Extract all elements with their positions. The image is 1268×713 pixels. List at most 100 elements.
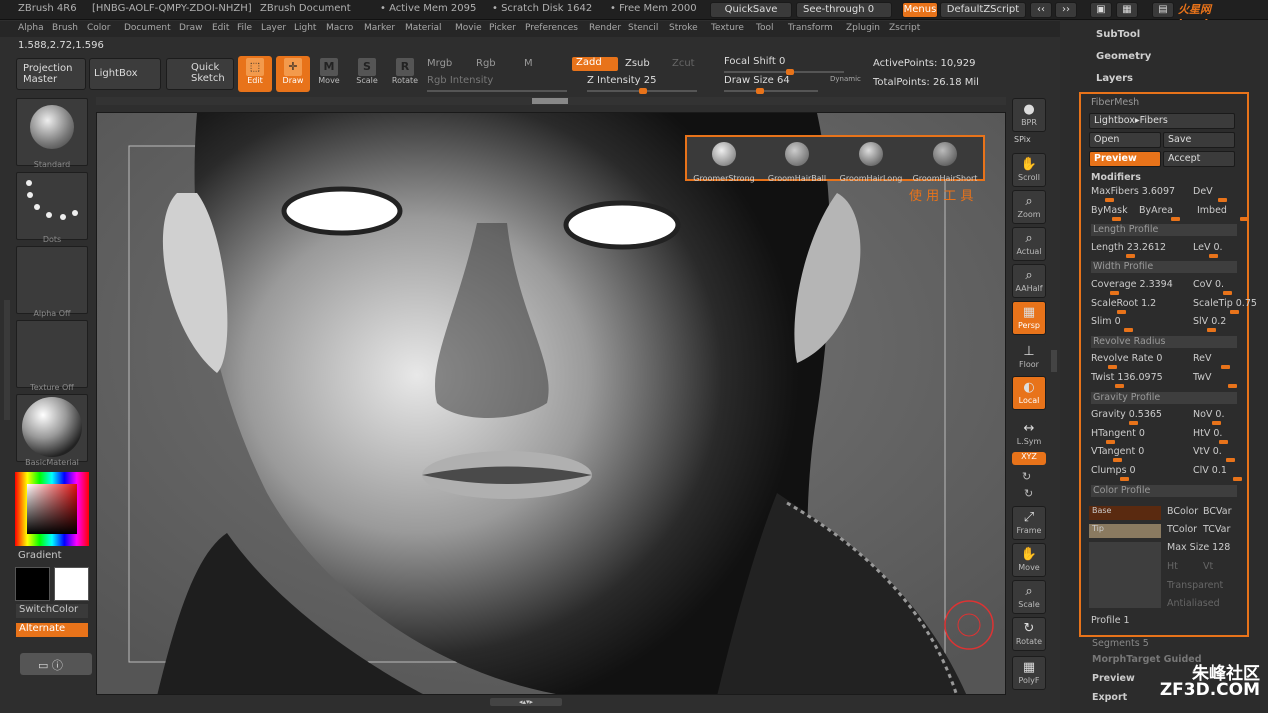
modifier-slider[interactable]: ByMask (1091, 205, 1128, 216)
texture-thumbnail[interactable] (16, 320, 88, 388)
bottom-tray-handle[interactable]: ◂▴▾▸ (490, 698, 562, 706)
polyf-button[interactable]: ▦ PolyF (1012, 656, 1046, 690)
menu-color[interactable]: Color (87, 23, 111, 33)
aahalf-button[interactable]: ⌕ AAHalf (1012, 264, 1046, 298)
z-intensity-slider[interactable]: Z Intensity 25 (587, 75, 697, 94)
menu-preferences[interactable]: Preferences (525, 23, 578, 33)
move-button[interactable]: M Move (312, 56, 346, 92)
profile-curve[interactable]: Gravity Profile (1091, 391, 1237, 404)
rotate-button[interactable]: R Rotate (388, 56, 422, 92)
draw-size-slider[interactable]: Draw Size 64 (724, 75, 818, 94)
alternate-button[interactable]: Alternate (16, 623, 88, 637)
see-through-slider[interactable]: See-through 0 (796, 2, 892, 18)
layers-section[interactable]: Layers (1096, 73, 1133, 84)
modifier-slider[interactable]: ScaleRoot 1.2 (1091, 298, 1156, 309)
slider-knob[interactable] (1212, 421, 1221, 426)
tcolor-button[interactable]: TColor (1167, 524, 1197, 535)
persp-button[interactable]: ▦ Persp (1012, 301, 1046, 335)
tip-color-swatch[interactable]: Tip (1089, 524, 1161, 538)
menu-transform[interactable]: Transform (788, 23, 833, 33)
rotate-axis-icon[interactable]: ↻ (1022, 470, 1031, 483)
move-view-button[interactable]: ✋ Move (1012, 543, 1046, 577)
modifier-slider[interactable]: ByArea (1139, 205, 1173, 216)
menu-picker[interactable]: Picker (489, 23, 516, 33)
lock-icon[interactable]: ▤ (1152, 2, 1174, 18)
modifier-slider[interactable]: ReV (1193, 353, 1212, 364)
segments-slider[interactable]: Segments 5 (1092, 638, 1149, 649)
window-icon[interactable]: ▣ (1090, 2, 1112, 18)
slider-knob[interactable] (1117, 309, 1126, 314)
fibermesh-title[interactable]: FiberMesh (1091, 97, 1139, 108)
modifier-slider[interactable]: Coverage 2.3394 (1091, 279, 1173, 290)
rgb-intensity-slider[interactable]: Rgb Intensity (427, 75, 567, 92)
modifier-slider[interactable]: NoV 0. (1193, 409, 1225, 420)
menu-tool[interactable]: Tool (756, 23, 773, 33)
local-button[interactable]: ◐ Local (1012, 376, 1046, 410)
texture-preview[interactable] (1089, 542, 1161, 608)
slider-knob[interactable] (1115, 384, 1124, 388)
rotate-axis-icon[interactable]: ↻ (1024, 487, 1033, 500)
bcvar-slider[interactable]: BCVar (1203, 506, 1231, 517)
slider-knob[interactable] (1110, 291, 1119, 295)
scale-button[interactable]: S Scale (350, 56, 384, 92)
menu-render[interactable]: Render (589, 23, 621, 33)
slider-knob[interactable] (1233, 477, 1242, 481)
layout-icon[interactable]: ▦ (1116, 2, 1138, 18)
modifier-slider[interactable]: HtV 0. (1193, 428, 1222, 439)
menu-stroke[interactable]: Stroke (669, 23, 698, 33)
slider-knob[interactable] (1218, 198, 1227, 202)
menu-brush[interactable]: Brush (52, 23, 78, 33)
modifier-slider[interactable]: Revolve Rate 0 (1091, 353, 1162, 364)
modifier-slider[interactable]: VtV 0. (1193, 446, 1222, 457)
modifier-slider[interactable]: LeV 0. (1193, 242, 1223, 253)
slider-knob[interactable] (1120, 477, 1129, 481)
menu-layer[interactable]: Layer (261, 23, 286, 33)
modifier-slider[interactable]: VTangent 0 (1091, 446, 1144, 457)
slider-knob[interactable] (1171, 216, 1180, 221)
slider-knob[interactable] (1112, 216, 1121, 221)
modifier-slider[interactable]: Clumps 0 (1091, 465, 1136, 476)
geometry-section[interactable]: Geometry (1096, 51, 1151, 62)
rgb-button[interactable]: Rgb (476, 58, 496, 69)
menu-marker[interactable]: Marker (364, 23, 395, 33)
canvas-viewport[interactable]: GroomerStrong GroomHairBall GroomHairLon… (96, 112, 1006, 695)
scroll-button[interactable]: ✋ Scroll (1012, 153, 1046, 187)
profile-curve[interactable]: Color Profile (1091, 484, 1237, 497)
modifier-slider[interactable]: Length 23.2612 (1091, 242, 1166, 253)
modifier-slider[interactable]: Slim 0 (1091, 316, 1121, 327)
slider-knob[interactable] (1124, 328, 1133, 333)
slider-knob[interactable] (1221, 365, 1230, 370)
modifiers-header[interactable]: Modifiers (1091, 172, 1141, 183)
help-icon[interactable]: ▭ ⓘ (20, 653, 92, 675)
stroke-thumbnail[interactable] (16, 172, 88, 240)
vt-slider[interactable]: Vt (1203, 561, 1213, 572)
color-picker[interactable] (15, 472, 89, 546)
color-square[interactable] (27, 484, 77, 534)
profile-curve[interactable]: Revolve Radius (1091, 335, 1237, 348)
zoom-button[interactable]: ⌕ Zoom (1012, 190, 1046, 224)
accept-button[interactable]: Accept (1163, 151, 1235, 167)
slider-knob[interactable] (1219, 439, 1228, 444)
slider-knob[interactable] (1226, 458, 1235, 463)
modifier-slider[interactable]: MaxFibers 3.6097 (1091, 186, 1175, 197)
profile-curve[interactable]: Length Profile (1091, 224, 1237, 237)
menu-alpha[interactable]: Alpha (18, 23, 44, 33)
lsym-button[interactable]: ↔ L.Sym (1012, 420, 1046, 446)
menu-movie[interactable]: Movie (455, 23, 482, 33)
profile-slider[interactable]: Profile 1 (1091, 615, 1130, 626)
slider-knob[interactable] (1240, 216, 1249, 221)
groom-hair-ball-brush[interactable]: GroomHairBall (761, 139, 833, 183)
floor-button[interactable]: ⊥ Floor (1012, 340, 1046, 374)
menu-texture[interactable]: Texture (711, 23, 744, 33)
groom-hair-short-brush[interactable]: GroomHairShort (909, 139, 981, 183)
quicksave-button[interactable]: QuickSave (710, 2, 792, 18)
tcvar-slider[interactable]: TCVar (1203, 524, 1230, 535)
slider-knob[interactable] (1230, 309, 1239, 314)
transparent-toggle[interactable]: Transparent (1167, 580, 1223, 591)
dynamic-toggle[interactable]: Dynamic (830, 75, 861, 83)
slider-knob[interactable] (1105, 198, 1114, 202)
subtool-section[interactable]: SubTool (1096, 29, 1140, 40)
bpr-button[interactable]: ● BPR (1012, 98, 1046, 132)
open-button[interactable]: Open (1089, 132, 1161, 148)
left-tray-handle[interactable] (4, 300, 10, 420)
